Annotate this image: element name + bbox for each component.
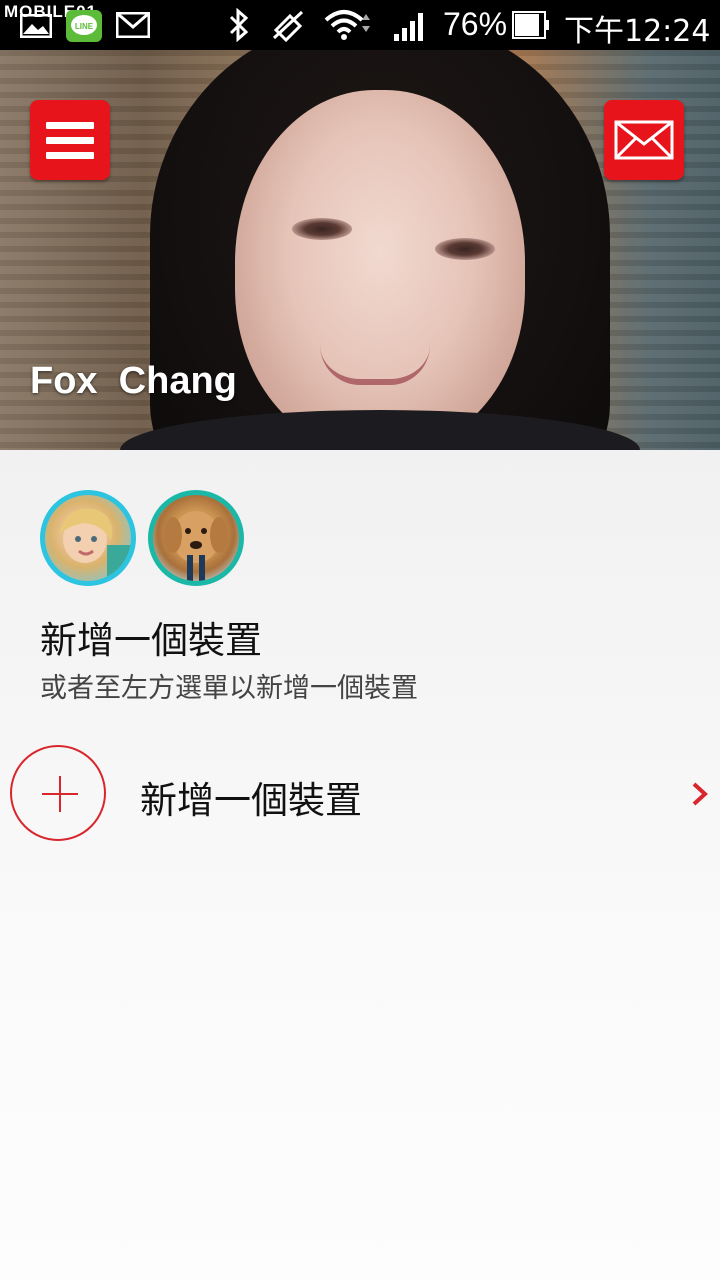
signal-icon [394, 13, 423, 41]
add-device-label: 新增一個裝置 [140, 779, 362, 822]
profile-photo-eye-left [292, 218, 352, 240]
vibrate-off-icon [272, 10, 304, 42]
add-device-hint: 或者至左方選單以新增一個裝置 [40, 673, 418, 704]
chevron-right-icon [692, 782, 708, 806]
device-panel: 新增一個裝置 或者至左方選單以新增一個裝置 新增一個裝置 [0, 450, 720, 1280]
battery-percent: 76% [443, 6, 508, 42]
device-avatar-dog[interactable] [148, 490, 244, 586]
mail-envelope-icon [614, 120, 674, 160]
status-bar-notifications: MOBILE01 LINE [0, 0, 180, 50]
line-icon: LINE [66, 10, 102, 42]
wifi-icon [324, 10, 370, 40]
device-avatar-child[interactable] [40, 490, 136, 586]
add-device-title: 新增一個裝置 [40, 619, 262, 662]
profile-photo-face [235, 90, 525, 450]
status-bar: MOBILE01 LINE 76% 下午12:24 [0, 0, 720, 50]
profile-photo-eye-right [435, 238, 495, 260]
bluetooth-icon [229, 8, 249, 42]
svg-text:LINE: LINE [75, 22, 94, 31]
mail-button[interactable] [604, 100, 684, 180]
image-icon [20, 14, 52, 38]
plus-circle-icon [10, 745, 106, 841]
user-name: Fox Chang [30, 360, 237, 402]
status-time: 下午12:24 [564, 14, 711, 49]
child-avatar-image [59, 508, 131, 581]
battery-icon [512, 11, 549, 39]
gmail-icon [116, 12, 150, 38]
profile-header: Fox Chang [0, 50, 720, 450]
dog-avatar-image [164, 511, 228, 581]
menu-button[interactable] [30, 100, 110, 180]
add-device-row[interactable]: 新增一個裝置 [0, 740, 720, 850]
